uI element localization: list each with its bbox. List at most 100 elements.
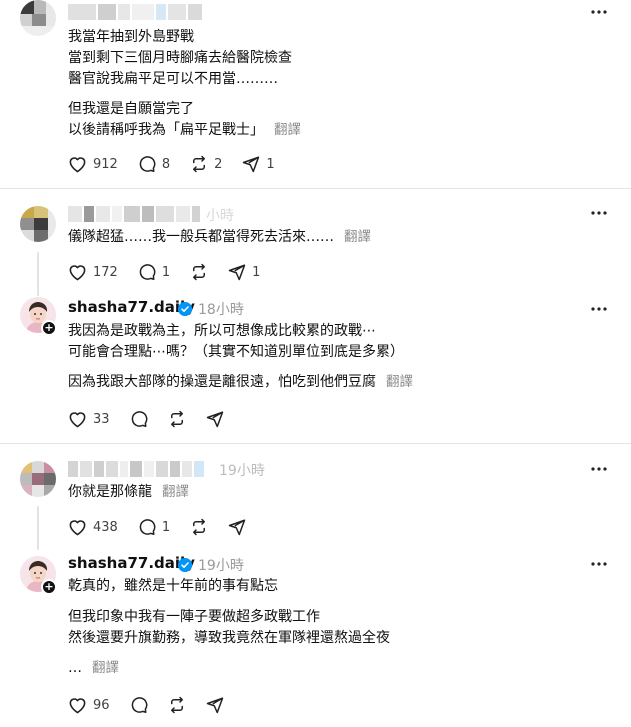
more-icon[interactable] [591, 562, 607, 566]
repost-button[interactable] [168, 696, 186, 714]
blurred-username[interactable] [68, 4, 202, 20]
share-count: 1 [252, 264, 261, 280]
follow-plus-icon[interactable]: + [41, 579, 57, 595]
action-bar: 172 1 1 [68, 262, 280, 282]
post-text-line: 乾真的，雖然是十年前的事有點忘 [68, 578, 278, 594]
post-text-line: 我當年抽到外島野戰 [68, 29, 194, 45]
like-button[interactable]: 33 [68, 410, 110, 428]
repost-icon [170, 696, 183, 714]
like-button[interactable]: 438 [68, 518, 118, 536]
repost-button[interactable] [190, 518, 208, 536]
more-icon[interactable] [591, 467, 607, 471]
share-icon [206, 411, 223, 428]
blurred-username[interactable] [68, 461, 204, 477]
more-icon[interactable] [591, 10, 607, 14]
post-text-line: 但我還是自願當完了 [68, 101, 194, 117]
repost-icon [170, 410, 183, 428]
repost-button[interactable]: 2 [190, 155, 222, 173]
like-count: 33 [93, 411, 110, 427]
comment-icon [131, 411, 147, 428]
heart-icon [69, 698, 86, 714]
post-text-line-with-translate: … 翻譯 [68, 658, 119, 679]
action-bar: 438 1 [68, 517, 266, 537]
repost-icon [193, 518, 206, 536]
like-button[interactable]: 172 [68, 263, 118, 281]
reply-count: 8 [161, 156, 171, 172]
share-button[interactable] [228, 518, 246, 536]
post-text: 以後請稱呼我為「扁平足戰士」 [68, 122, 264, 138]
post-text-line: 當到剩下三個月時腳痛去給醫院檢查 [68, 50, 292, 66]
share-button[interactable] [206, 696, 224, 714]
comment-icon [139, 264, 156, 281]
username[interactable]: shasha77.daily [68, 554, 195, 572]
like-button[interactable]: 912 [68, 155, 118, 173]
divider [0, 443, 631, 444]
share-icon [228, 264, 246, 281]
reply-button[interactable]: 1 [138, 263, 170, 281]
thread-line [37, 252, 39, 296]
translate-link[interactable]: 翻譯 [274, 122, 301, 138]
repost-button[interactable] [168, 410, 186, 428]
repost-icon [193, 155, 206, 173]
username[interactable]: shasha77.daily [68, 298, 195, 316]
heart-icon [69, 412, 86, 428]
like-button[interactable]: 96 [68, 696, 110, 714]
thread-line [37, 506, 39, 550]
share-icon [206, 697, 223, 714]
share-button[interactable]: 1 [242, 155, 275, 173]
share-button[interactable] [206, 410, 224, 428]
repost-count: 2 [214, 156, 223, 172]
timestamp: 小時 [206, 208, 234, 224]
reply-button[interactable]: 8 [138, 155, 170, 173]
divider [0, 188, 631, 189]
avatar[interactable] [20, 0, 56, 36]
action-bar: 912 8 2 1 [68, 154, 295, 174]
reply-button[interactable] [130, 410, 148, 428]
action-bar: 96 [68, 695, 244, 715]
heart-icon [69, 520, 86, 536]
like-count: 912 [93, 156, 118, 172]
comment-icon [131, 697, 147, 714]
repost-icon [193, 263, 206, 281]
heart-icon [69, 157, 86, 173]
translate-link[interactable]: 翻譯 [92, 660, 119, 676]
post-text-line: 但我印象中我有一陣子要做超多政戰工作 [68, 609, 320, 625]
like-count: 96 [93, 697, 110, 713]
post-text-line: 我因為是政戰為主，所以可想像成比較累的政戰⋯ [68, 323, 376, 339]
share-button[interactable]: 1 [228, 263, 260, 281]
translate-link[interactable]: 翻譯 [162, 484, 189, 500]
avatar[interactable] [20, 206, 56, 242]
post-text-line-with-translate: 儀隊超猛……我一般兵都當得死去活來…… 翻譯 [68, 227, 371, 248]
follow-plus-icon[interactable]: + [41, 320, 57, 336]
avatar[interactable] [20, 461, 56, 497]
post-text: 因為我跟大部隊的操還是離很遠，怕吃到他們豆腐 [68, 374, 376, 390]
verified-icon [178, 558, 192, 572]
reply-button[interactable]: 1 [138, 518, 170, 536]
translate-link[interactable]: 翻譯 [386, 374, 413, 390]
reply-count: 1 [161, 519, 171, 535]
post-text-line-with-translate: 因為我跟大部隊的操還是離很遠，怕吃到他們豆腐 翻譯 [68, 372, 413, 393]
heart-icon [69, 265, 86, 281]
post-text: 你就是那條龍 [68, 484, 152, 500]
reply-button[interactable] [130, 696, 148, 714]
comment-icon [139, 519, 156, 536]
timestamp: 18小時 [198, 302, 244, 318]
post-text-line: 可能會合理點⋯嗎？（其實不知道別單位到底是多累） [68, 344, 404, 360]
translate-link[interactable]: 翻譯 [344, 229, 371, 245]
post-text-line: 醫官說我扁平足可以不用當……… [68, 71, 278, 87]
timestamp: 19小時 [219, 463, 265, 479]
blurred-username[interactable] [68, 206, 200, 222]
like-count: 438 [93, 519, 118, 535]
reply-count: 1 [161, 264, 171, 280]
more-icon[interactable] [591, 307, 607, 311]
more-icon[interactable] [591, 211, 607, 215]
repost-button[interactable] [190, 263, 208, 281]
post-text: 儀隊超猛……我一般兵都當得死去活來…… [68, 229, 334, 245]
like-count: 172 [93, 264, 118, 280]
share-icon [228, 519, 246, 536]
timestamp: 19小時 [198, 558, 244, 574]
post-text-line: 然後還要升旗勤務，導致我竟然在軍隊裡還熬過全夜 [68, 630, 390, 646]
share-count: 1 [266, 156, 275, 172]
post-text-line-with-translate: 以後請稱呼我為「扁平足戰士」 翻譯 [68, 120, 301, 141]
verified-icon [178, 302, 192, 316]
